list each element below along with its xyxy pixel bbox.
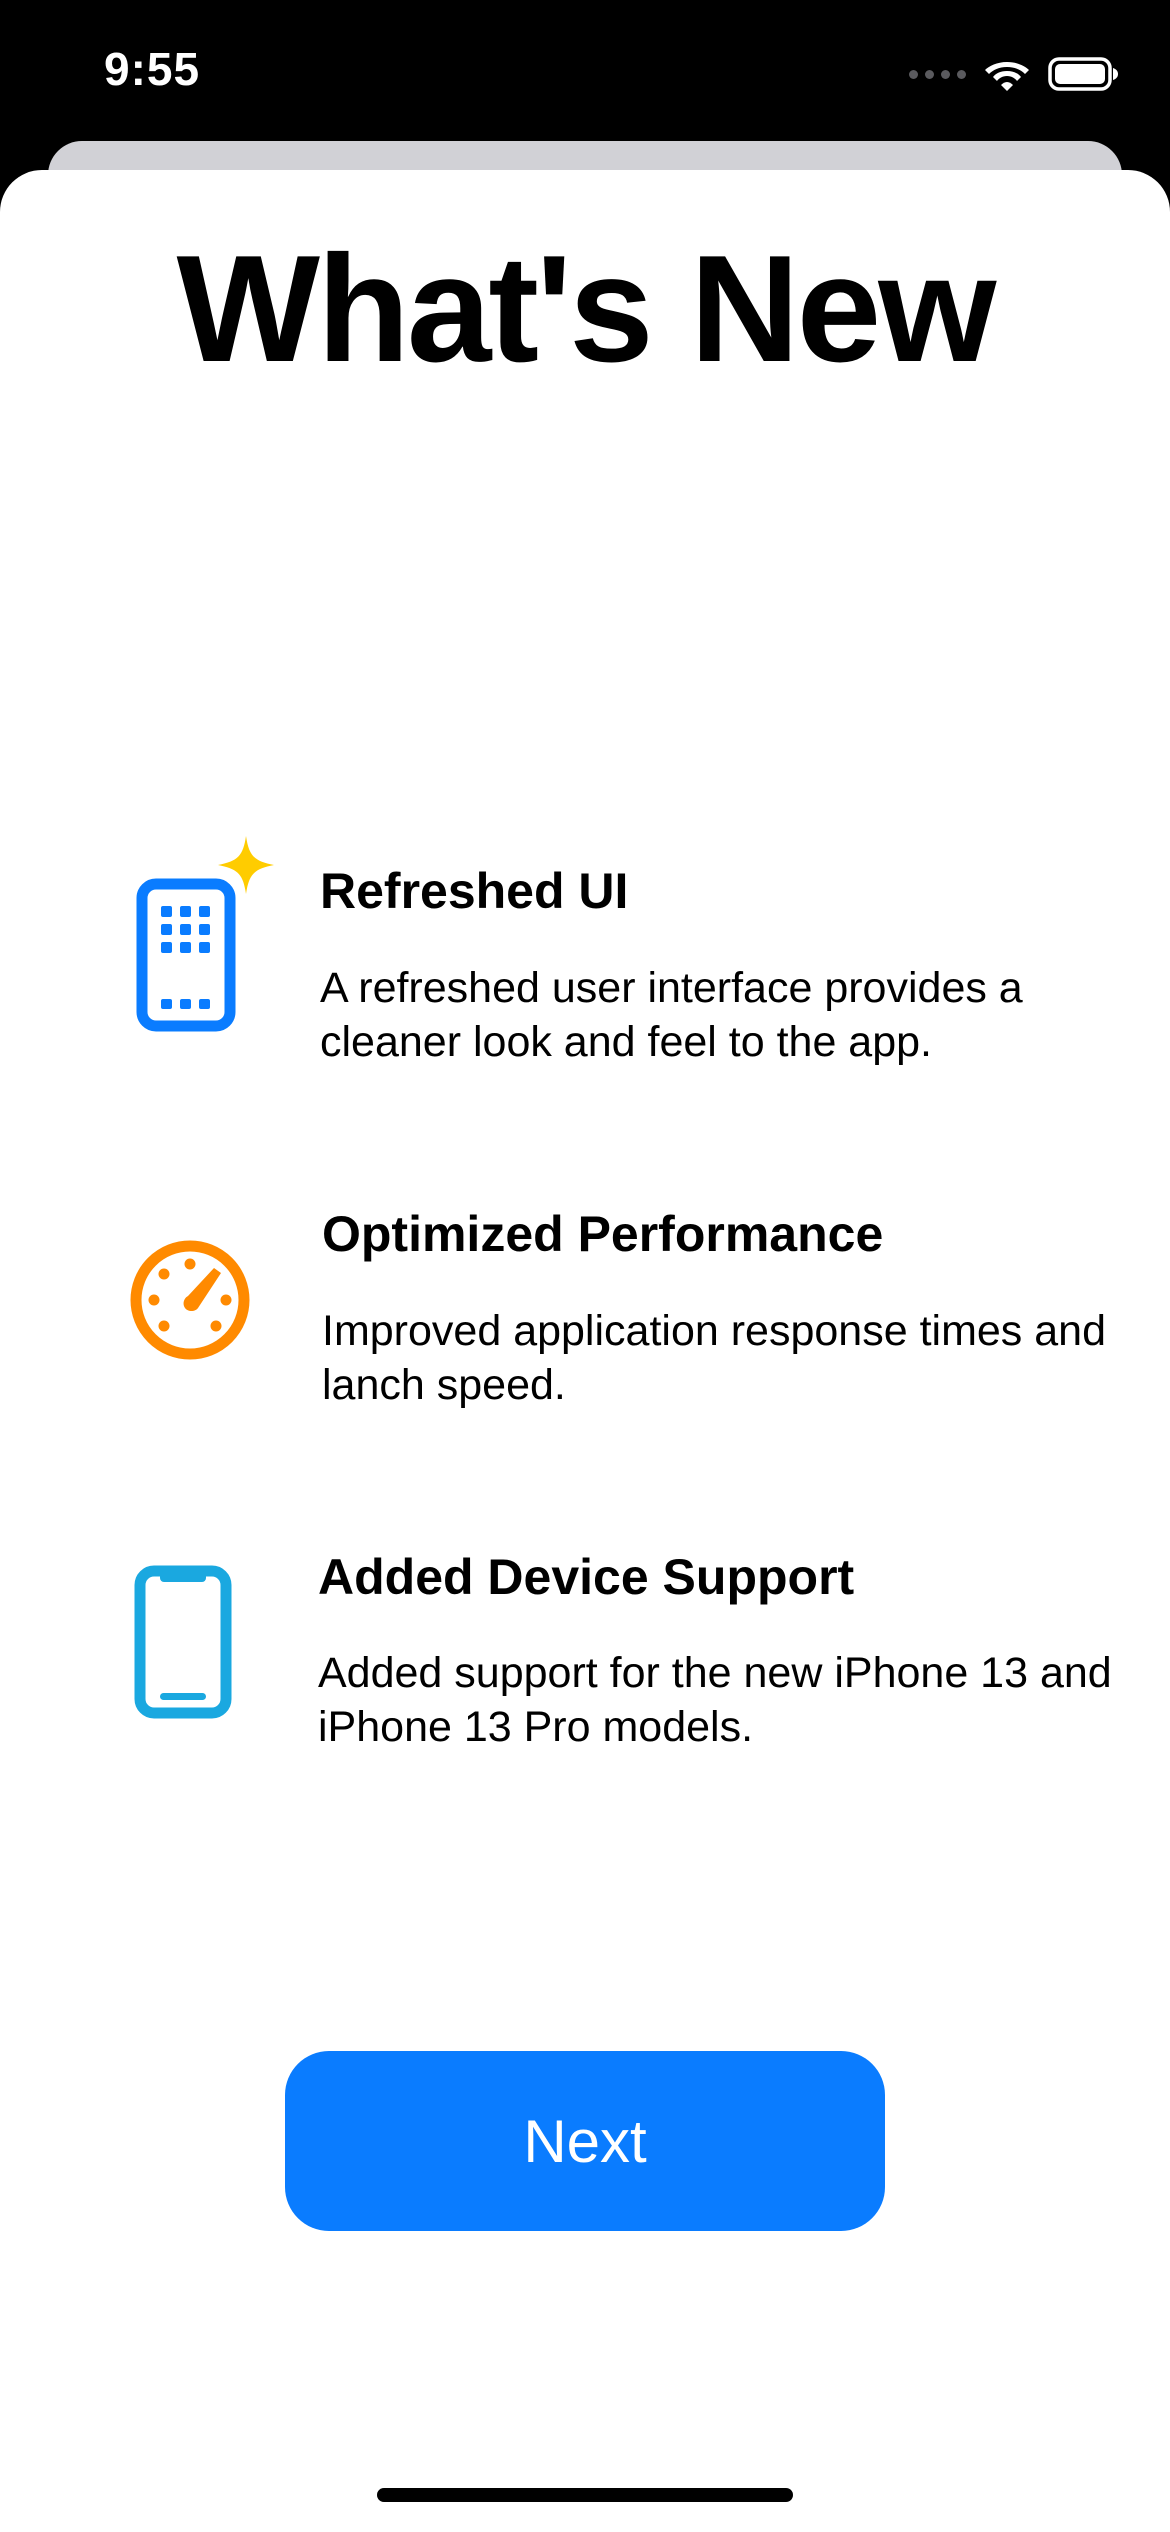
- speedometer-icon: [130, 1240, 250, 1360]
- feature-description: Improved application response times and …: [322, 1307, 1106, 1409]
- feature-title: Refreshed UI: [320, 863, 629, 919]
- status-icons: [909, 52, 1120, 96]
- feature-description: Added support for the new iPhone 13 and …: [318, 1649, 1112, 1751]
- iphone-app-grid-sparkle-icon: [136, 836, 274, 1032]
- next-button[interactable]: Next: [285, 2051, 885, 2231]
- battery-icon: [1048, 57, 1118, 91]
- page-title: What's New: [176, 224, 997, 394]
- feature-description: A refreshed user interface provides a cl…: [320, 964, 1023, 1066]
- screen: 9:55 What's New Refreshed UI A refreshed…: [0, 0, 1170, 2532]
- wifi-icon: [985, 62, 1029, 91]
- signal-dots-icon: [909, 69, 966, 79]
- feature-title: Added Device Support: [318, 1549, 855, 1605]
- feature-title: Optimized Performance: [322, 1206, 884, 1262]
- status-time: 9:55: [104, 43, 201, 95]
- home-indicator[interactable]: [377, 2488, 793, 2502]
- iphone-icon: [134, 1565, 232, 1719]
